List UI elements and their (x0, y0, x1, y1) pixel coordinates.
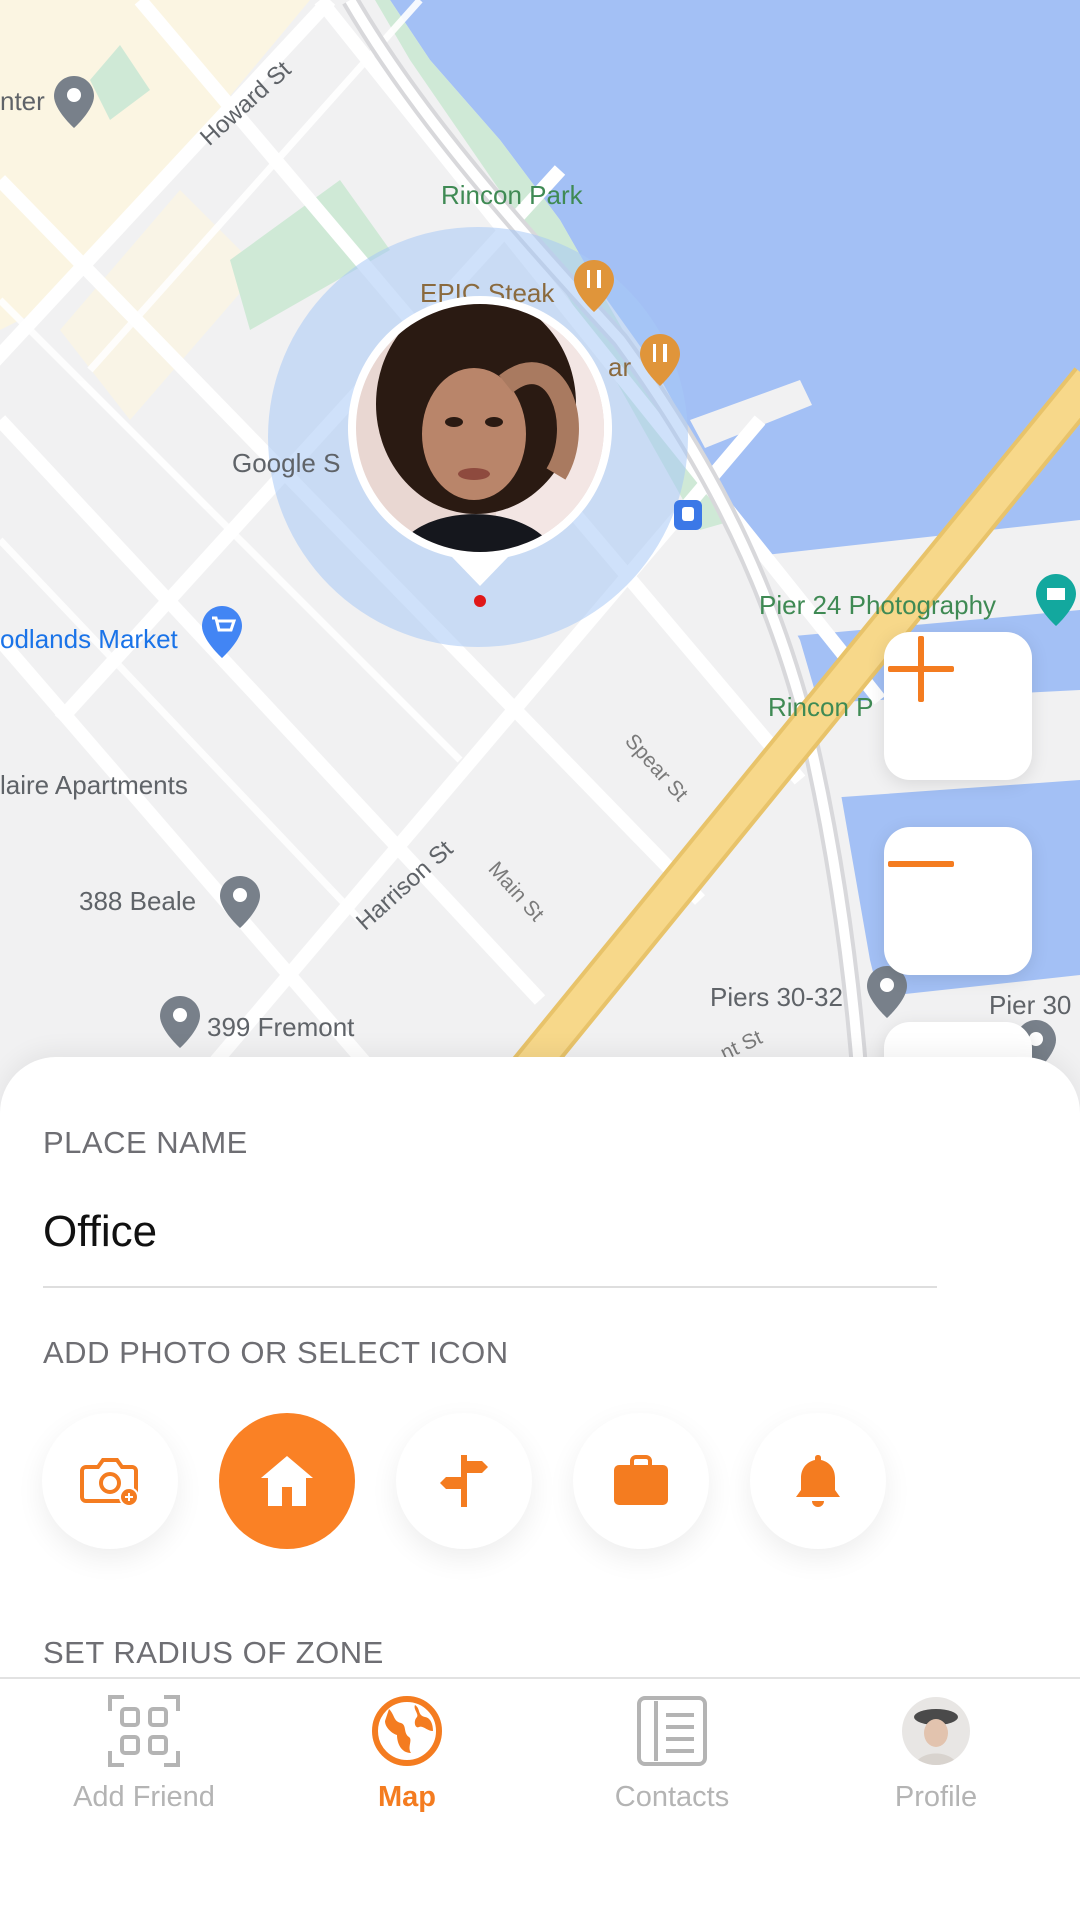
tab-map[interactable]: Map (272, 1679, 542, 1839)
map-label-pier24: Pier 24 Photography (759, 590, 997, 620)
bell-icon (796, 1455, 840, 1507)
location-pin-icon[interactable] (160, 996, 200, 1048)
shopping-cart-pin-icon[interactable] (202, 606, 242, 658)
map-label-piers-30-32: Piers 30-32 (710, 982, 843, 1012)
minus-icon (888, 861, 954, 867)
map-label-rincon-park: Rincon Park (441, 180, 583, 210)
place-name-label: PLACE NAME (43, 1125, 248, 1160)
home-icon-option[interactable] (219, 1413, 355, 1549)
signpost-icon (440, 1455, 488, 1507)
avatar (902, 1697, 970, 1765)
signpost-icon-option[interactable] (396, 1413, 532, 1549)
bottom-tab-bar: Add Friend Map Contacts Profile (0, 1677, 1080, 1922)
add-photo-button[interactable] (42, 1413, 178, 1549)
bell-icon-option[interactable] (750, 1413, 886, 1549)
map-label-center: nter (0, 86, 45, 116)
map-label-google: Google S (232, 448, 341, 478)
map-label-fremont: 399 Fremont (207, 1012, 355, 1042)
tab-label: Profile (894, 1781, 978, 1813)
map-label-rincon-p: Rincon P (768, 692, 874, 722)
globe-icon (372, 1696, 442, 1766)
location-pin-icon[interactable] (220, 876, 260, 928)
tab-profile[interactable]: Profile (801, 1679, 1071, 1839)
contacts-icon (637, 1696, 707, 1766)
place-name-input[interactable] (43, 1197, 935, 1267)
radius-label: SET RADIUS OF ZONE (43, 1635, 384, 1670)
location-pin-icon[interactable] (867, 966, 907, 1018)
plus-icon (888, 636, 954, 702)
camera-plus-icon (80, 1458, 139, 1507)
briefcase-icon-option[interactable] (573, 1413, 709, 1549)
icon-section-label: ADD PHOTO OR SELECT ICON (43, 1335, 509, 1370)
tab-label: Contacts (614, 1781, 730, 1813)
place-editor-sheet: PLACE NAME ADD PHOTO OR SELECT ICON (0, 1057, 1080, 1677)
user-location-marker[interactable] (348, 296, 612, 586)
tab-add-friend[interactable]: Add Friend (9, 1679, 279, 1839)
transit-station-icon[interactable] (674, 500, 702, 530)
tab-label: Map (378, 1781, 436, 1813)
map-label-beale: 388 Beale (79, 886, 197, 916)
map-label-pier30: Pier 30 (989, 990, 1072, 1020)
map-label-apartments: laire Apartments (0, 770, 188, 800)
user-avatar-photo (356, 304, 604, 552)
divider (43, 1286, 937, 1288)
location-dot (474, 595, 486, 607)
map-view[interactable]: nter Howard St Rincon Park EPIC Steak ar… (0, 0, 1080, 1080)
location-pin-icon[interactable] (54, 76, 94, 128)
museum-pin-icon[interactable] (1036, 574, 1076, 626)
briefcase-icon (614, 1455, 668, 1505)
home-icon (261, 1456, 313, 1506)
map-label-woodlands: odlands Market (0, 624, 178, 654)
restaurant-pin-icon[interactable] (640, 334, 680, 386)
tab-label: Add Friend (73, 1781, 215, 1813)
tab-contacts[interactable]: Contacts (537, 1679, 807, 1839)
qr-code-icon (108, 1695, 180, 1767)
zoom-out-button[interactable] (884, 827, 1032, 975)
zoom-in-button[interactable] (884, 632, 1032, 780)
